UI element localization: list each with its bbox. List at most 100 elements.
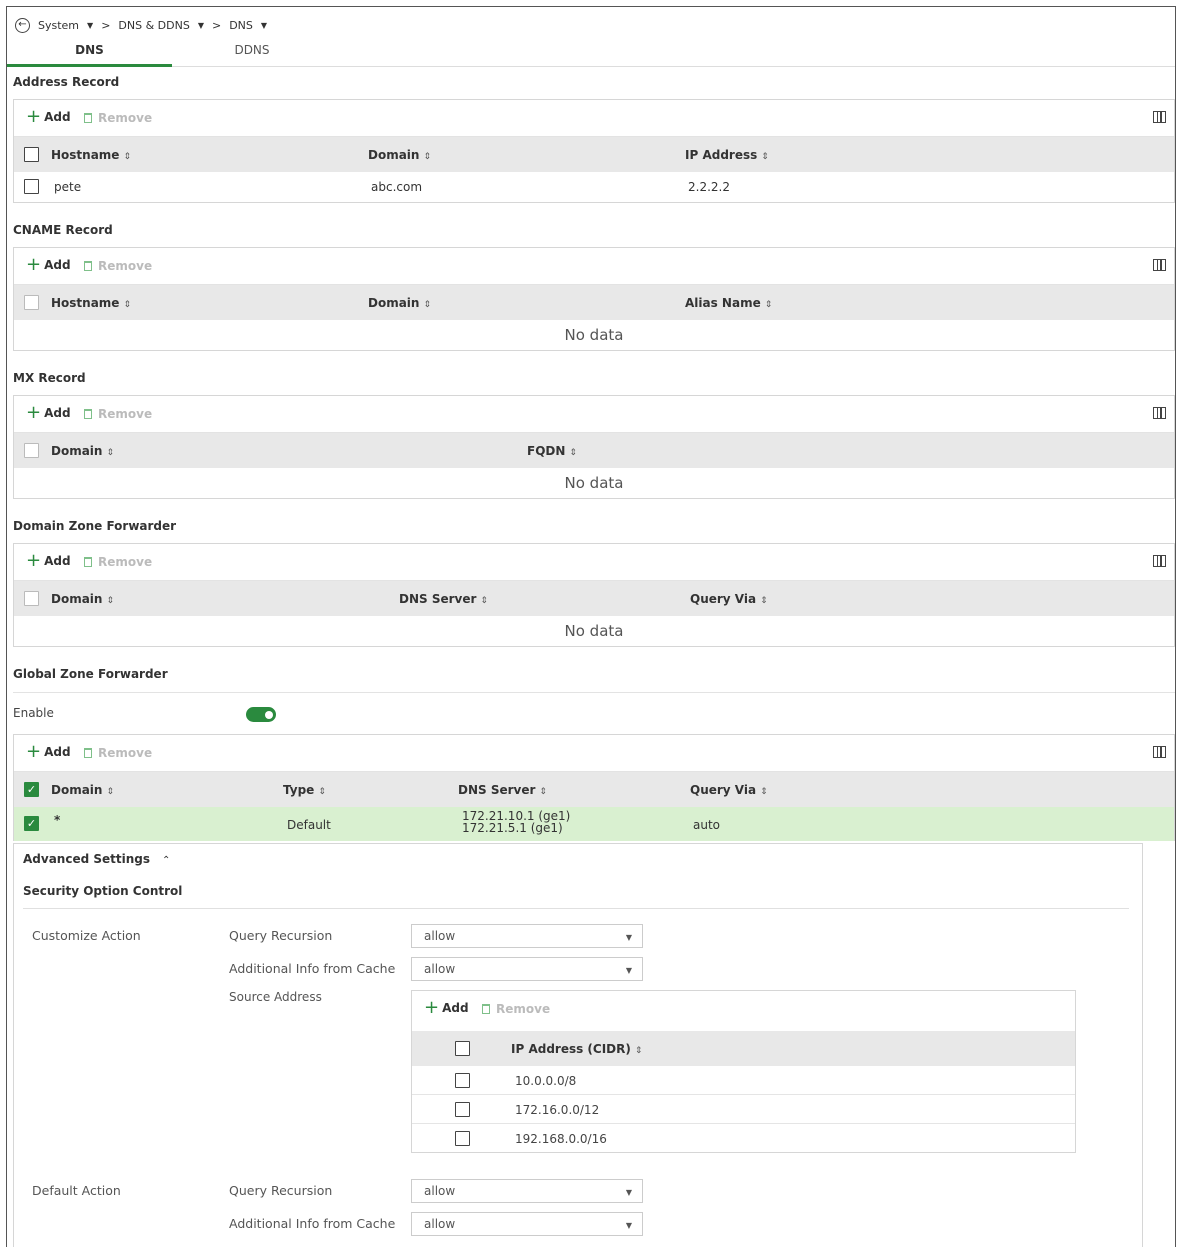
trash-icon [482, 1004, 490, 1014]
add-button[interactable]: + Add [26, 402, 71, 423]
add-button[interactable]: + Add [26, 256, 71, 274]
dns-server-2: 172.21.5.1 (ge1) [462, 821, 563, 835]
global-zone-forwarder-title: Global Zone Forwarder [13, 667, 168, 681]
column-header-domain[interactable]: Domain ⇕ [51, 783, 114, 797]
cell-dns-server: 172.21.10.1 (ge1) 172.21.5.1 (ge1) [462, 810, 570, 834]
column-header-dns-server[interactable]: DNS Server ⇕ [399, 592, 488, 606]
columns-icon[interactable] [1153, 746, 1166, 758]
column-header-domain[interactable]: Domain ⇕ [368, 296, 431, 310]
columns-icon[interactable] [1153, 407, 1166, 419]
cell-hostname: pete [54, 180, 82, 194]
remove-button[interactable]: Remove [84, 407, 152, 421]
trash-icon [84, 557, 92, 567]
cname-record-panel: + Add Remove Hostname ⇕ Domain ⇕ Alias Name… [13, 247, 1175, 351]
add-button[interactable]: + Add [26, 552, 71, 570]
column-header-domain[interactable]: Domain ⇕ [51, 444, 114, 458]
columns-icon[interactable] [1153, 259, 1166, 271]
row-checkbox[interactable] [455, 1102, 470, 1117]
column-header-type[interactable]: Type ⇕ [283, 783, 326, 797]
cname-record-title: CNAME Record [13, 223, 113, 237]
row-checkbox[interactable] [455, 1131, 470, 1146]
security-option-control-title: Security Option Control [23, 884, 183, 898]
column-header-query-via[interactable]: Query Via ⇕ [690, 592, 768, 606]
chevron-down-icon[interactable]: ▼ [198, 21, 204, 30]
additional-info-label: Additional Info from Cache [229, 961, 396, 976]
column-header-hostname[interactable]: Hostname ⇕ [51, 148, 131, 162]
breadcrumb-item-system[interactable]: System [38, 19, 79, 32]
column-header-dns-server[interactable]: DNS Server ⇕ [458, 783, 547, 797]
back-arrow-icon[interactable]: ← [15, 17, 30, 33]
select-all-checkbox[interactable]: ✓ [24, 782, 39, 797]
sort-icon: ⇕ [539, 787, 547, 797]
row-checkbox[interactable]: ✓ [24, 816, 39, 831]
add-button[interactable]: + Add [424, 997, 469, 1018]
tab-dns[interactable]: DNS [7, 43, 172, 57]
query-recursion-select[interactable]: allow ▼ [411, 924, 643, 948]
add-button[interactable]: + Add [26, 743, 71, 761]
cell-query-via: auto [693, 818, 721, 832]
toolbar: + Add Remove [14, 396, 1174, 433]
mx-record-panel: + Add Remove Domain ⇕ FQDN ⇕ No data [13, 395, 1175, 499]
columns-icon[interactable] [1153, 111, 1166, 123]
table-row[interactable]: ✓ * Default 172.21.10.1 (ge1) 172.21.5.1… [14, 807, 1174, 841]
remove-button[interactable]: Remove [482, 1002, 550, 1016]
select-all-checkbox[interactable] [24, 147, 39, 162]
column-header-ip-cidr[interactable]: IP Address (CIDR) ⇕ [511, 1042, 642, 1056]
trash-icon [84, 113, 92, 123]
domain-zone-forwarder-title: Domain Zone Forwarder [13, 519, 177, 533]
table-row[interactable]: pete abc.com 2.2.2.2 [14, 172, 1174, 202]
column-header-domain[interactable]: Domain ⇕ [368, 148, 431, 162]
chevron-down-icon: ▼ [625, 1188, 632, 1197]
remove-button[interactable]: Remove [84, 555, 152, 569]
remove-button[interactable]: Remove [84, 259, 152, 273]
enable-toggle[interactable] [246, 707, 276, 722]
cell-domain: abc.com [371, 180, 423, 194]
enable-label: Enable [13, 706, 54, 720]
chevron-down-icon[interactable]: ▼ [261, 21, 267, 30]
select-all-checkbox[interactable] [24, 295, 39, 310]
plus-icon: + [424, 997, 440, 1018]
chevron-up-icon: ⌃ [162, 855, 171, 866]
trash-icon [84, 261, 92, 271]
chevron-down-icon[interactable]: ▼ [87, 21, 93, 30]
select-all-checkbox[interactable] [24, 591, 39, 606]
add-label: Add [44, 258, 71, 272]
address-record-title: Address Record [13, 75, 120, 89]
table-row[interactable]: 172.16.0.0/12 [412, 1095, 1075, 1124]
breadcrumb-item-dns-ddns[interactable]: DNS & DDNS [118, 19, 189, 32]
source-address-label: Source Address [229, 990, 322, 1004]
default-additional-info-select[interactable]: allow ▼ [411, 1212, 643, 1236]
table-row[interactable]: 192.168.0.0/16 [412, 1124, 1075, 1153]
select-all-checkbox[interactable] [455, 1041, 470, 1056]
cell-type: Default [287, 818, 331, 832]
column-header-query-via[interactable]: Query Via ⇕ [690, 783, 768, 797]
remove-button[interactable]: Remove [84, 746, 152, 760]
add-label: Add [44, 406, 71, 420]
column-header-fqdn[interactable]: FQDN ⇕ [527, 444, 577, 458]
domain-zone-forwarder-panel: + Add Remove Domain ⇕ DNS Server ⇕ Query Vi… [13, 543, 1175, 647]
cell-ip-cidr: 192.168.0.0/16 [515, 1132, 607, 1146]
cell-ip-cidr: 10.0.0.0/8 [515, 1074, 577, 1088]
column-header-domain[interactable]: Domain ⇕ [51, 592, 114, 606]
plus-icon: + [26, 402, 42, 423]
column-header-ip-address[interactable]: IP Address ⇕ [685, 148, 769, 162]
row-checkbox[interactable] [455, 1073, 470, 1088]
columns-icon[interactable] [1153, 555, 1166, 567]
address-record-panel: + Add Remove Hostname ⇕ Domain ⇕ IP Address… [13, 99, 1175, 203]
breadcrumb-item-dns[interactable]: DNS [229, 19, 253, 32]
select-all-checkbox[interactable] [24, 443, 39, 458]
tab-ddns[interactable]: DDNS [197, 43, 307, 57]
row-checkbox[interactable] [24, 179, 39, 194]
default-query-recursion-select[interactable]: allow ▼ [411, 1179, 643, 1203]
breadcrumb-separator: > [211, 18, 222, 32]
advanced-settings-toggle[interactable]: Advanced Settings ⌃ [23, 852, 170, 866]
additional-info-select[interactable]: allow ▼ [411, 957, 643, 981]
add-button[interactable]: + Add [26, 108, 71, 126]
column-header-hostname[interactable]: Hostname ⇕ [51, 296, 131, 310]
customize-action-label: Customize Action [32, 928, 141, 943]
chevron-down-icon: ▼ [625, 1221, 632, 1230]
table-row[interactable]: 10.0.0.0/8 [412, 1066, 1075, 1095]
column-header-alias-name[interactable]: Alias Name ⇕ [685, 296, 772, 310]
sort-icon: ⇕ [318, 787, 326, 797]
remove-button[interactable]: Remove [84, 111, 152, 125]
